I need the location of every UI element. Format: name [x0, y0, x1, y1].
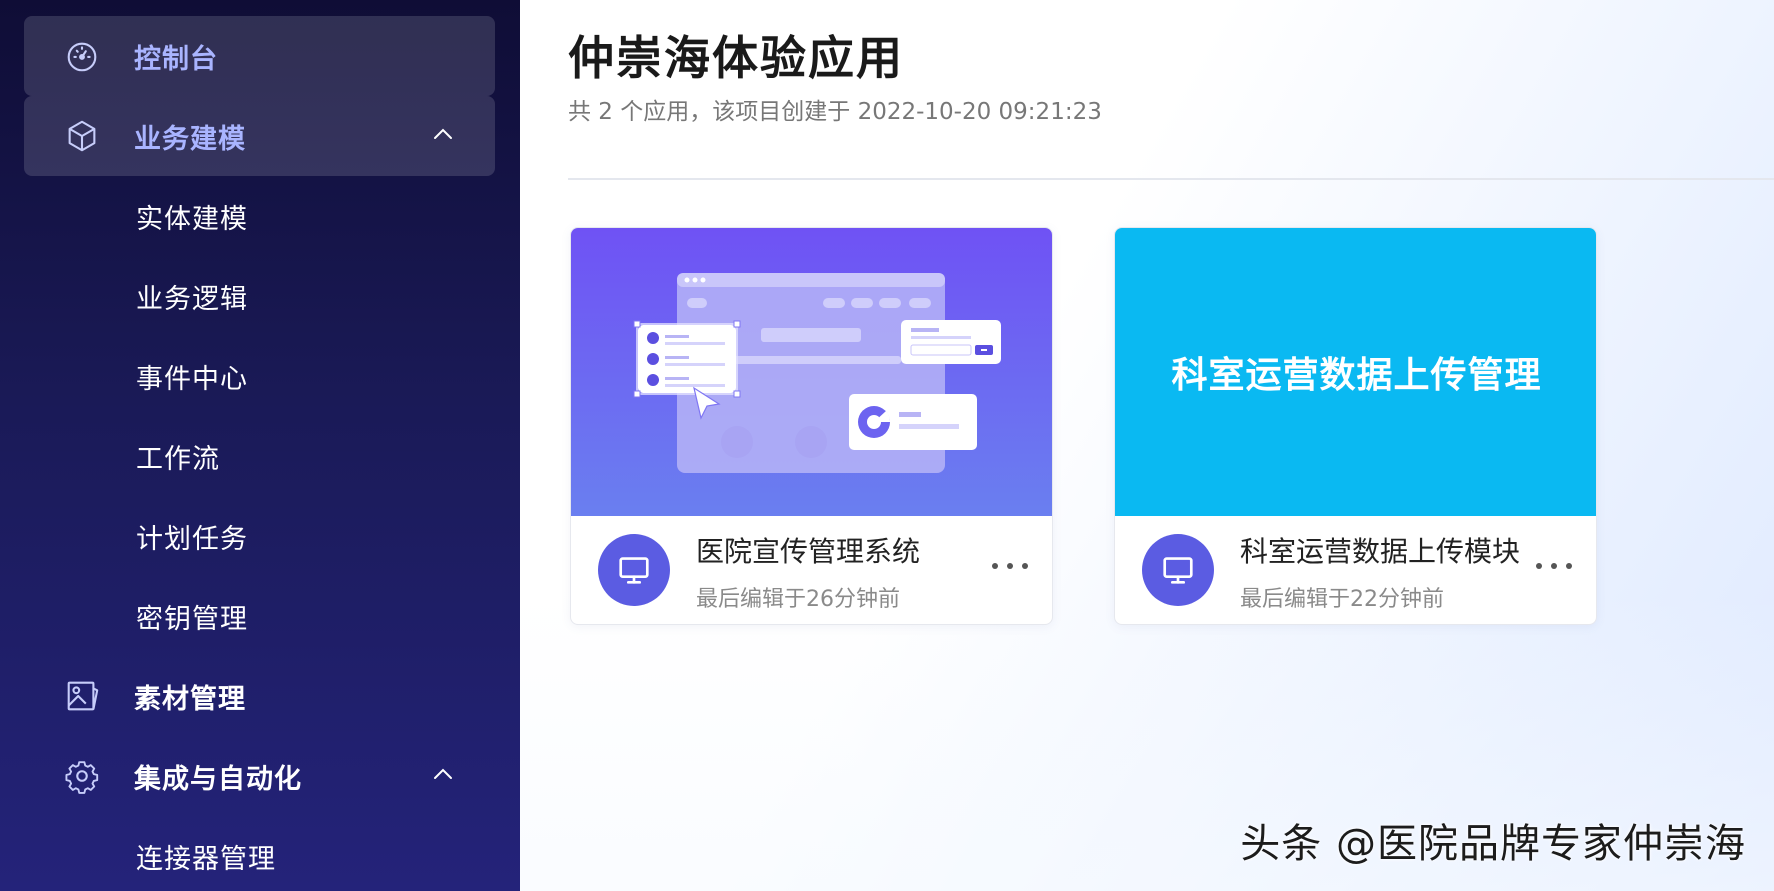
gear-icon [60, 754, 104, 798]
main-content: 仲崇海体验应用 共 2 个应用，该项目创建于 2022-10-20 09:21:… [520, 0, 1774, 891]
app-edited-time: 最后编辑于26分钟前 [696, 587, 900, 612]
nav-label-asset-management: 素材管理 [134, 683, 246, 715]
dashboard-icon [60, 34, 104, 78]
more-options-icon[interactable] [992, 554, 1028, 578]
nav-item-dashboard[interactable]: 控制台 [24, 16, 495, 96]
nav-label-dashboard: 控制台 [134, 43, 218, 75]
app-card[interactable]: 科室运营数据上传管理 科室运营数据上传模块 最后编辑于22分钟前 [1114, 227, 1597, 625]
app-cover-banner: 科室运营数据上传管理 [1115, 228, 1596, 516]
app-icon [1142, 534, 1214, 606]
nav-label-integration-automation: 集成与自动化 [134, 763, 302, 795]
chevron-up-icon[interactable] [431, 762, 455, 786]
more-options-icon[interactable] [1536, 554, 1572, 578]
image-icon [60, 674, 104, 718]
app-edited-time: 最后编辑于22分钟前 [1240, 587, 1444, 612]
divider [568, 178, 1774, 180]
monitor-icon [619, 557, 649, 584]
sub-item-connector-management[interactable]: 连接器管理 [0, 816, 520, 891]
watermark: 头条 @医院品牌专家仲崇海 [1240, 821, 1746, 867]
page-title: 仲崇海体验应用 [568, 31, 904, 85]
app-icon [598, 534, 670, 606]
nav-item-asset-management[interactable]: 素材管理 [24, 656, 495, 736]
app-name: 医院宣传管理系统 [696, 535, 921, 568]
sub-item-business-logic[interactable]: 业务逻辑 [0, 256, 520, 336]
sub-item-entity-modeling[interactable]: 实体建模 [0, 176, 520, 256]
sub-item-event-center[interactable]: 事件中心 [0, 336, 520, 416]
nav-item-business-modeling[interactable]: 业务建模 [24, 96, 495, 176]
monitor-icon [1163, 557, 1193, 584]
app-card[interactable]: 医院宣传管理系统 最后编辑于26分钟前 [570, 227, 1053, 625]
app-cover-illustration [571, 228, 1052, 516]
chevron-up-icon[interactable] [431, 122, 455, 146]
sub-item-key-management[interactable]: 密钥管理 [0, 576, 520, 656]
page-subtitle: 共 2 个应用，该项目创建于 2022-10-20 09:21:23 [568, 99, 1102, 125]
nav-label-business-modeling: 业务建模 [134, 123, 246, 155]
sub-item-workflow[interactable]: 工作流 [0, 416, 520, 496]
app-name: 科室运营数据上传模块 [1240, 535, 1521, 568]
cube-icon [60, 114, 104, 158]
sidebar: 控制台 业务建模 实体建模 业务逻辑 事件中心 工作流 计划任务 密钥管理 素材… [0, 0, 520, 891]
sub-item-scheduled-tasks[interactable]: 计划任务 [0, 496, 520, 576]
nav-item-integration-automation[interactable]: 集成与自动化 [24, 736, 495, 816]
